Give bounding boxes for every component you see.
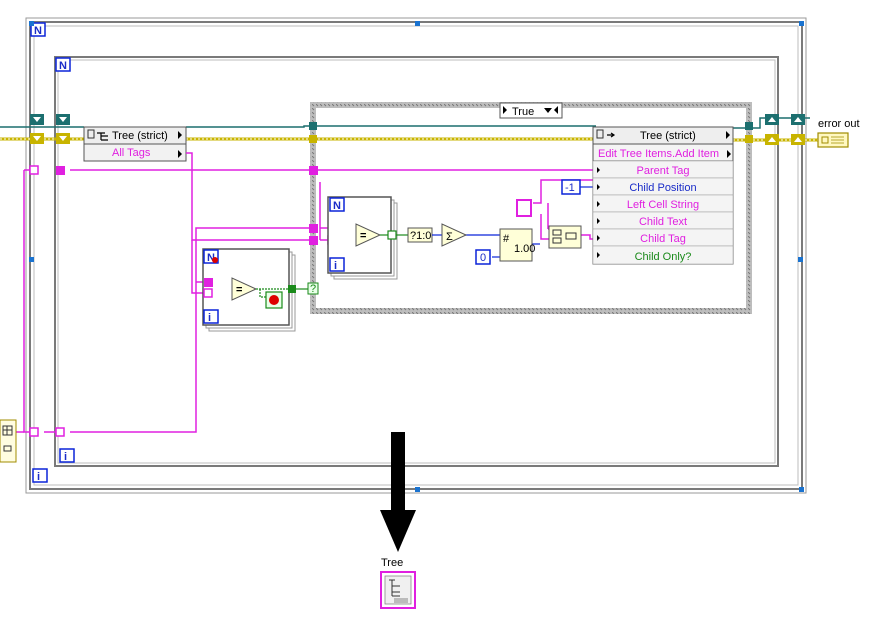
while-loop-index-terminal: i	[203, 309, 219, 324]
zero-constant[interactable]: 0	[475, 249, 491, 265]
svg-text:i: i	[334, 260, 337, 272]
format-string-function[interactable]: # 1.00	[499, 228, 535, 262]
bool-output-tunnel	[288, 285, 296, 293]
block-diagram: N i N i True Tree (strict) All Tags N i …	[0, 17, 849, 609]
svg-text:?1:0: ?1:0	[410, 230, 431, 242]
error-cluster-icon	[817, 132, 849, 148]
svg-text:True: True	[512, 106, 534, 118]
svg-text:N: N	[59, 60, 67, 72]
case-selector[interactable]: True	[499, 102, 563, 119]
inner-loop-count-terminal: N	[329, 197, 345, 212]
svg-text:=: =	[236, 284, 242, 296]
error-out-label: error out	[818, 118, 860, 130]
svg-text:0: 0	[480, 252, 486, 264]
build-array-function[interactable]	[548, 225, 582, 249]
param-left-cell-string[interactable]: Left Cell String	[627, 199, 699, 211]
while-tunnel-1	[204, 278, 213, 287]
svg-text:N: N	[333, 200, 341, 212]
svg-text:#: #	[503, 233, 510, 245]
stop-button-icon[interactable]	[265, 291, 283, 309]
svg-text:i: i	[208, 312, 211, 324]
svg-text:Edit Tree Items.Add Item: Edit Tree Items.Add Item	[598, 148, 719, 160]
while-loop-count-terminal: N	[203, 249, 219, 264]
svg-text:Tree (strict): Tree (strict)	[112, 130, 168, 142]
svg-text:N: N	[34, 25, 42, 37]
svg-text:All Tags: All Tags	[112, 147, 151, 159]
svg-text:1.00: 1.00	[514, 243, 535, 255]
param-child-text[interactable]: Child Text	[639, 216, 687, 228]
inner-loop-index-terminal: i	[329, 257, 345, 272]
tree-terminal-icon[interactable]	[380, 571, 416, 609]
array-icon[interactable]	[0, 419, 17, 463]
param-child-tag[interactable]: Child Tag	[640, 233, 686, 245]
svg-text:i: i	[64, 451, 67, 463]
svg-text:Tree (strict): Tree (strict)	[640, 130, 696, 142]
svg-text:?: ?	[310, 283, 316, 295]
svg-text:-1: -1	[565, 182, 575, 194]
empty-string-constant[interactable]	[516, 199, 532, 217]
conditional-terminal[interactable]: ?	[307, 282, 319, 295]
down-arrow-icon	[380, 432, 416, 552]
param-parent-tag[interactable]: Parent Tag	[636, 165, 689, 177]
bool-tunnel	[387, 230, 397, 240]
tree-property-node[interactable]: Tree (strict) All Tags	[83, 126, 187, 162]
param-child-position[interactable]: Child Position	[629, 182, 696, 194]
outer-loop-index-terminal: i	[32, 468, 48, 483]
tree-terminal-label: Tree	[381, 557, 404, 569]
svg-text:=: =	[360, 230, 366, 242]
middle-loop-count-terminal: N	[55, 57, 71, 72]
svg-text:Σ: Σ	[446, 231, 453, 243]
child-position-constant[interactable]: -1	[561, 179, 581, 195]
param-child-only[interactable]: Child Only?	[635, 251, 692, 263]
error-out-indicator[interactable]	[817, 132, 849, 148]
svg-text:i: i	[37, 471, 40, 483]
while-tunnel-2	[203, 288, 213, 298]
middle-loop-index-terminal: i	[59, 448, 75, 463]
